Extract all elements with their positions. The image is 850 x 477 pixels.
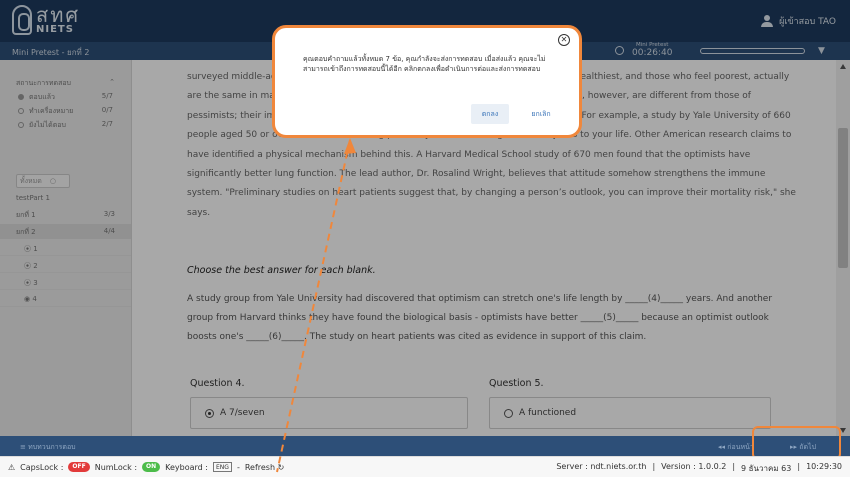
next-button-highlight [752,426,841,460]
capslock-status-badge: OFF [68,462,90,472]
submit-confirmation-dialog: ✕ คุณตอบคำถามแล้วทั้งหมด 7 ข้อ, คุณกำลัง… [272,25,582,138]
capslock-label: CapsLock : [20,462,64,472]
divider: | [652,462,656,471]
refresh-label: Refresh [244,462,276,472]
footer-navigation: ≡ ทบทวนการตอบ ◂◂ ก่อนหน้า ▸▸ ถัดไป [0,436,850,456]
keyboard-label: Keyboard : [165,462,208,472]
review-answers-label: ทบทวนการตอบ [28,443,76,451]
review-answers-button[interactable]: ≡ ทบทวนการตอบ [20,442,76,453]
close-icon[interactable]: ✕ [558,34,570,46]
previous-label: ก่อนหน้า [727,443,754,451]
refresh-icon: ↻ [277,462,285,472]
numlock-label: NumLock : [94,462,138,472]
numlock-status-badge: ON [142,462,161,472]
previous-button[interactable]: ◂◂ ก่อนหน้า [718,442,754,453]
cancel-button[interactable]: ยกเลิก [521,104,561,124]
divider: | [732,462,736,471]
time-info: 10:29:30 [806,462,842,471]
divider: | [797,462,801,471]
version-info: Version : 1.0.0.2 [661,462,727,471]
server-info: Server : ndt.niets.or.th [556,462,647,471]
warning-icon: ⚠ [8,462,16,472]
date-info: 9 ธันวาคม 63 [741,464,792,473]
status-bar: ⚠ CapsLock : OFF NumLock : ON Keyboard :… [0,456,850,477]
keyboard-layout-badge: ENG [213,462,232,472]
dialog-message: คุณตอบคำถามแล้วทั้งหมด 7 ข้อ, คุณกำลังจะ… [303,55,546,73]
refresh-button[interactable]: Refresh ↻ [245,463,284,472]
confirm-button[interactable]: ตกลง [471,104,509,124]
separator: - [236,462,240,472]
